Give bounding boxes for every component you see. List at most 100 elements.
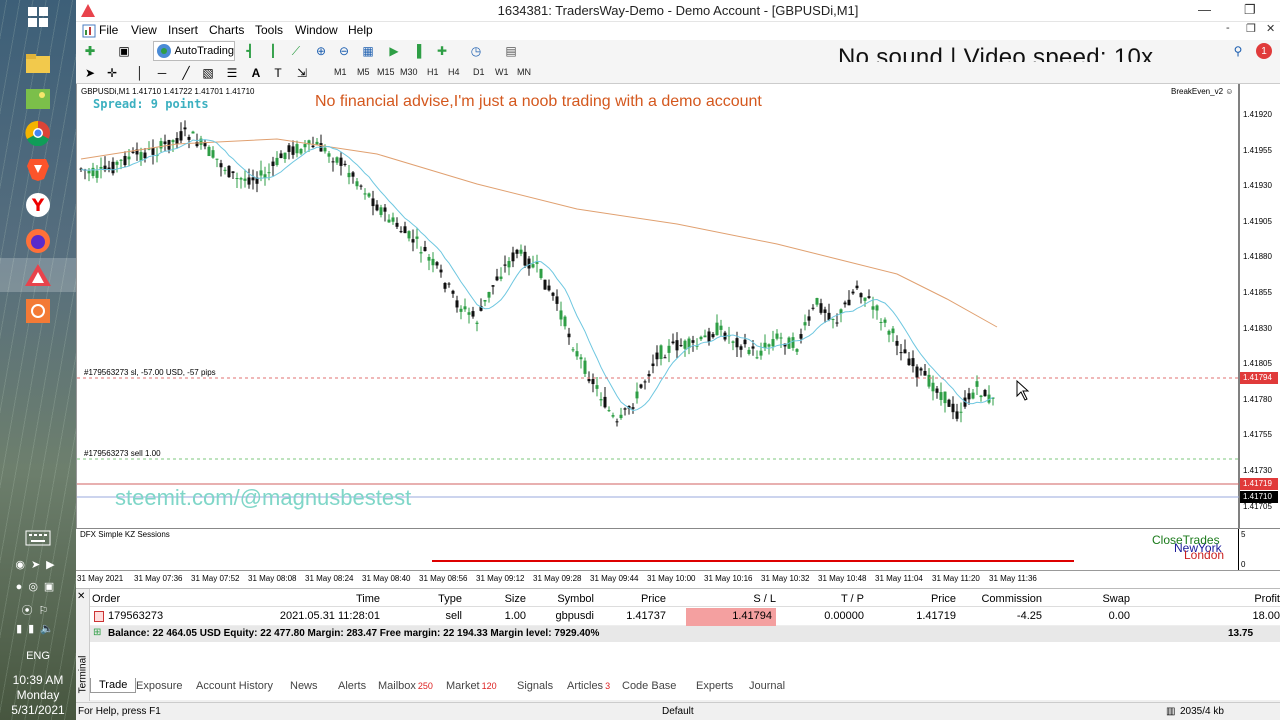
- tab-alerts[interactable]: Alerts: [338, 680, 366, 692]
- menu-tools[interactable]: Tools: [255, 23, 283, 37]
- tab-journal[interactable]: Journal: [749, 680, 785, 692]
- tab-signals[interactable]: Signals: [517, 680, 553, 692]
- auto-scroll-icon[interactable]: ▶: [386, 43, 402, 59]
- profiles-icon[interactable]: ▣: [116, 43, 132, 59]
- menu-file[interactable]: File: [99, 23, 118, 37]
- tab-exposure[interactable]: Exposure: [136, 680, 182, 692]
- maximize-button[interactable]: ❐: [1244, 2, 1256, 18]
- timeframe-d1[interactable]: D1: [473, 67, 485, 77]
- table-row[interactable]: 179563273 2021.05.31 11:28:01 sell 1.00 gbpu…: [90, 608, 1280, 626]
- line-chart-icon[interactable]: ⟋: [288, 43, 304, 59]
- table-cell: -4.25: [1016, 610, 1042, 622]
- timeframe-h1[interactable]: H1: [427, 67, 439, 77]
- terminal-close-icon[interactable]: ✕: [77, 591, 85, 602]
- templates-icon[interactable]: ▤: [503, 43, 519, 59]
- menu-help[interactable]: Help: [348, 23, 373, 37]
- tab-experts[interactable]: Experts: [696, 680, 733, 692]
- status-traffic: 2035/4 kb: [1180, 706, 1224, 717]
- tray-icons-row2[interactable]: ●◎▣: [0, 580, 76, 593]
- search-icon[interactable]: ⚲: [1230, 43, 1246, 59]
- candle-body: [855, 285, 859, 289]
- menu-charts[interactable]: Charts: [209, 23, 244, 37]
- tab-badge: 120: [481, 681, 497, 691]
- network-volume-icons[interactable]: ▮▮🔈: [0, 622, 76, 635]
- yandex-button[interactable]: Y: [20, 188, 56, 222]
- new-chart-icon[interactable]: ✚: [82, 43, 98, 59]
- timeframe-mn[interactable]: MN: [517, 67, 531, 77]
- column-header[interactable]: Profit: [1130, 593, 1280, 605]
- screen-recorder-button[interactable]: [20, 294, 56, 328]
- keyboard-icon[interactable]: [0, 530, 76, 549]
- child-close-button[interactable]: ✕: [1266, 22, 1275, 35]
- autotrading-button[interactable]: AutoTrading: [153, 41, 235, 61]
- minimize-button[interactable]: —: [1198, 2, 1211, 17]
- candlestick-icon[interactable]: ┃: [265, 43, 281, 59]
- column-header[interactable]: Price: [608, 593, 666, 605]
- tab-market[interactable]: Market 120: [446, 680, 497, 692]
- periods-icon[interactable]: ◷: [468, 43, 484, 59]
- column-header[interactable]: T / P: [774, 593, 864, 605]
- column-header[interactable]: Type: [422, 593, 462, 605]
- timeframe-m30[interactable]: M30: [400, 67, 418, 77]
- tab-news[interactable]: News: [290, 680, 318, 692]
- column-header[interactable]: Symbol: [544, 593, 594, 605]
- indicators-icon[interactable]: ✚: [434, 43, 450, 59]
- timeframe-m5[interactable]: M5: [357, 67, 370, 77]
- notification-badge-icon[interactable]: 1: [1256, 43, 1272, 59]
- trendline-icon[interactable]: ╱: [178, 65, 194, 81]
- child-restore-button[interactable]: ❐: [1246, 22, 1256, 35]
- firefox-button[interactable]: [20, 224, 56, 258]
- child-minimize-button[interactable]: ‐: [1226, 22, 1230, 34]
- horizontal-line-icon[interactable]: ─: [154, 65, 170, 81]
- column-header[interactable]: Price: [870, 593, 956, 605]
- windows-start-button[interactable]: [20, 0, 56, 34]
- column-header[interactable]: S / L: [676, 593, 776, 605]
- shapes-icon[interactable]: ⇲: [294, 65, 310, 81]
- candle-body: [291, 146, 295, 155]
- clock-time[interactable]: 10:39 AM: [0, 673, 76, 687]
- menu-view[interactable]: View: [131, 23, 157, 37]
- vertical-line-icon[interactable]: │: [132, 65, 148, 81]
- tab-code-base[interactable]: Code Base: [622, 680, 676, 692]
- tab-trade[interactable]: Trade: [90, 678, 137, 693]
- tab-articles[interactable]: Articles 3: [567, 680, 610, 692]
- tab-account-history[interactable]: Account History: [196, 680, 273, 692]
- chart-shift-icon[interactable]: ▐: [409, 43, 425, 59]
- tile-windows-icon[interactable]: ▦: [360, 43, 376, 59]
- crosshair-icon[interactable]: ✛: [104, 65, 120, 81]
- cursor-icon[interactable]: ➤: [82, 65, 98, 81]
- text-label-icon[interactable]: T: [270, 65, 286, 81]
- text-icon[interactable]: A: [248, 65, 264, 81]
- candle-body: [895, 340, 899, 346]
- timeframe-m1[interactable]: M1: [334, 67, 347, 77]
- subwindow-axis: [1238, 529, 1239, 571]
- folder-icon: [26, 54, 50, 73]
- brave-button[interactable]: [20, 152, 56, 186]
- column-header[interactable]: Order: [92, 593, 202, 605]
- menu-insert[interactable]: Insert: [168, 23, 198, 37]
- menu-window[interactable]: Window: [295, 23, 338, 37]
- column-header[interactable]: Size: [486, 593, 526, 605]
- zoom-out-icon[interactable]: ⊖: [336, 43, 352, 59]
- file-explorer-button[interactable]: [20, 46, 56, 80]
- timeframe-m15[interactable]: M15: [377, 67, 395, 77]
- language-indicator[interactable]: ENG: [0, 650, 76, 662]
- price-chart[interactable]: GBPUSDi,M1 1.41710 1.41722 1.41701 1.417…: [76, 84, 1280, 528]
- tab-mailbox[interactable]: Mailbox 250: [378, 680, 433, 692]
- column-header[interactable]: Swap: [1050, 593, 1130, 605]
- tray-icons-row3[interactable]: ⦿⚐: [0, 602, 76, 618]
- column-header[interactable]: Commission: [956, 593, 1042, 605]
- zoom-in-icon[interactable]: ⊕: [313, 43, 329, 59]
- tray-icons-row1[interactable]: ◉➤▶: [0, 558, 76, 571]
- timeframe-h4[interactable]: H4: [448, 67, 460, 77]
- fibonacci-icon[interactable]: ☰: [224, 65, 240, 81]
- bar-chart-icon[interactable]: ┫: [242, 43, 258, 59]
- photos-app-button[interactable]: [20, 82, 56, 116]
- chrome-button[interactable]: [20, 116, 56, 150]
- timeframe-w1[interactable]: W1: [495, 67, 509, 77]
- candle-body: [823, 309, 827, 313]
- metatrader-button[interactable]: [0, 258, 76, 292]
- indicator-subwindow[interactable]: DFX Simple KZ Sessions CloseTrades NewYo…: [76, 528, 1280, 571]
- column-header[interactable]: Time: [240, 593, 380, 605]
- channel-icon[interactable]: ▧: [200, 65, 216, 81]
